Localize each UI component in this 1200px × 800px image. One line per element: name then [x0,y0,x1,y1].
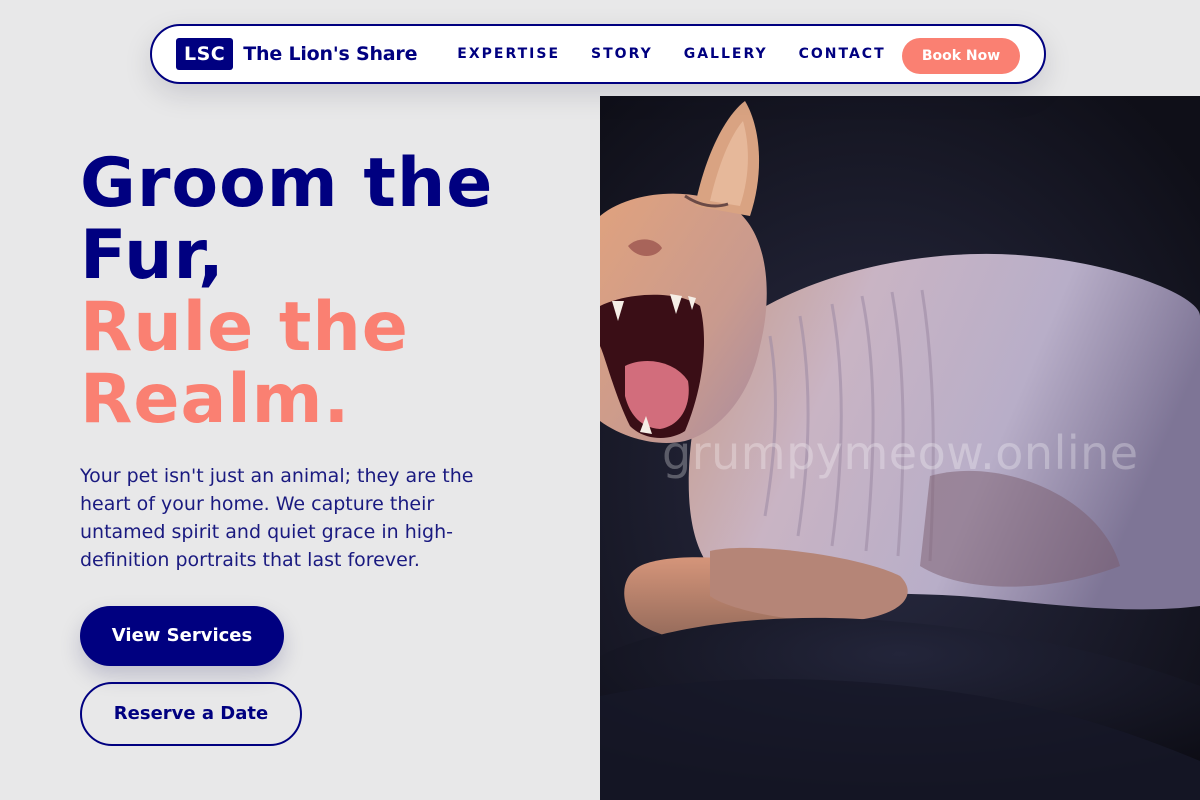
reserve-date-button[interactable]: Reserve a Date [80,682,302,746]
book-now-button[interactable]: Book Now [902,38,1020,74]
headline-line-1: Groom the [80,144,494,223]
nav-link-gallery[interactable]: GALLERY [684,46,768,62]
headline-line-4: Realm. [80,360,351,439]
nav-links: EXPERTISE STORY GALLERY CONTACT [457,46,885,62]
brand-logo-link[interactable]: LSC The Lion's Share [176,38,417,70]
headline-line-3: Rule the [80,288,409,367]
brand-name: The Lion's Share [243,43,418,65]
hero-headline: Groom the Fur, Rule the Realm. [80,148,580,436]
headline-line-2: Fur, [80,216,225,295]
logo-badge: LSC [176,38,234,70]
view-services-button[interactable]: View Services [80,606,284,666]
hero-cat-photo: grumpymeow.online [600,96,1200,800]
photo-watermark: grumpymeow.online [662,426,1139,480]
nav-link-story[interactable]: STORY [591,46,653,62]
hero-section: Groom the Fur, Rule the Realm. [80,148,580,436]
hero-description: Your pet isn't just an animal; they are … [80,465,474,571]
nav-link-contact[interactable]: CONTACT [799,46,886,62]
nav-link-expertise[interactable]: EXPERTISE [457,46,560,62]
top-navbar: LSC The Lion's Share EXPERTISE STORY GAL… [150,24,1046,84]
